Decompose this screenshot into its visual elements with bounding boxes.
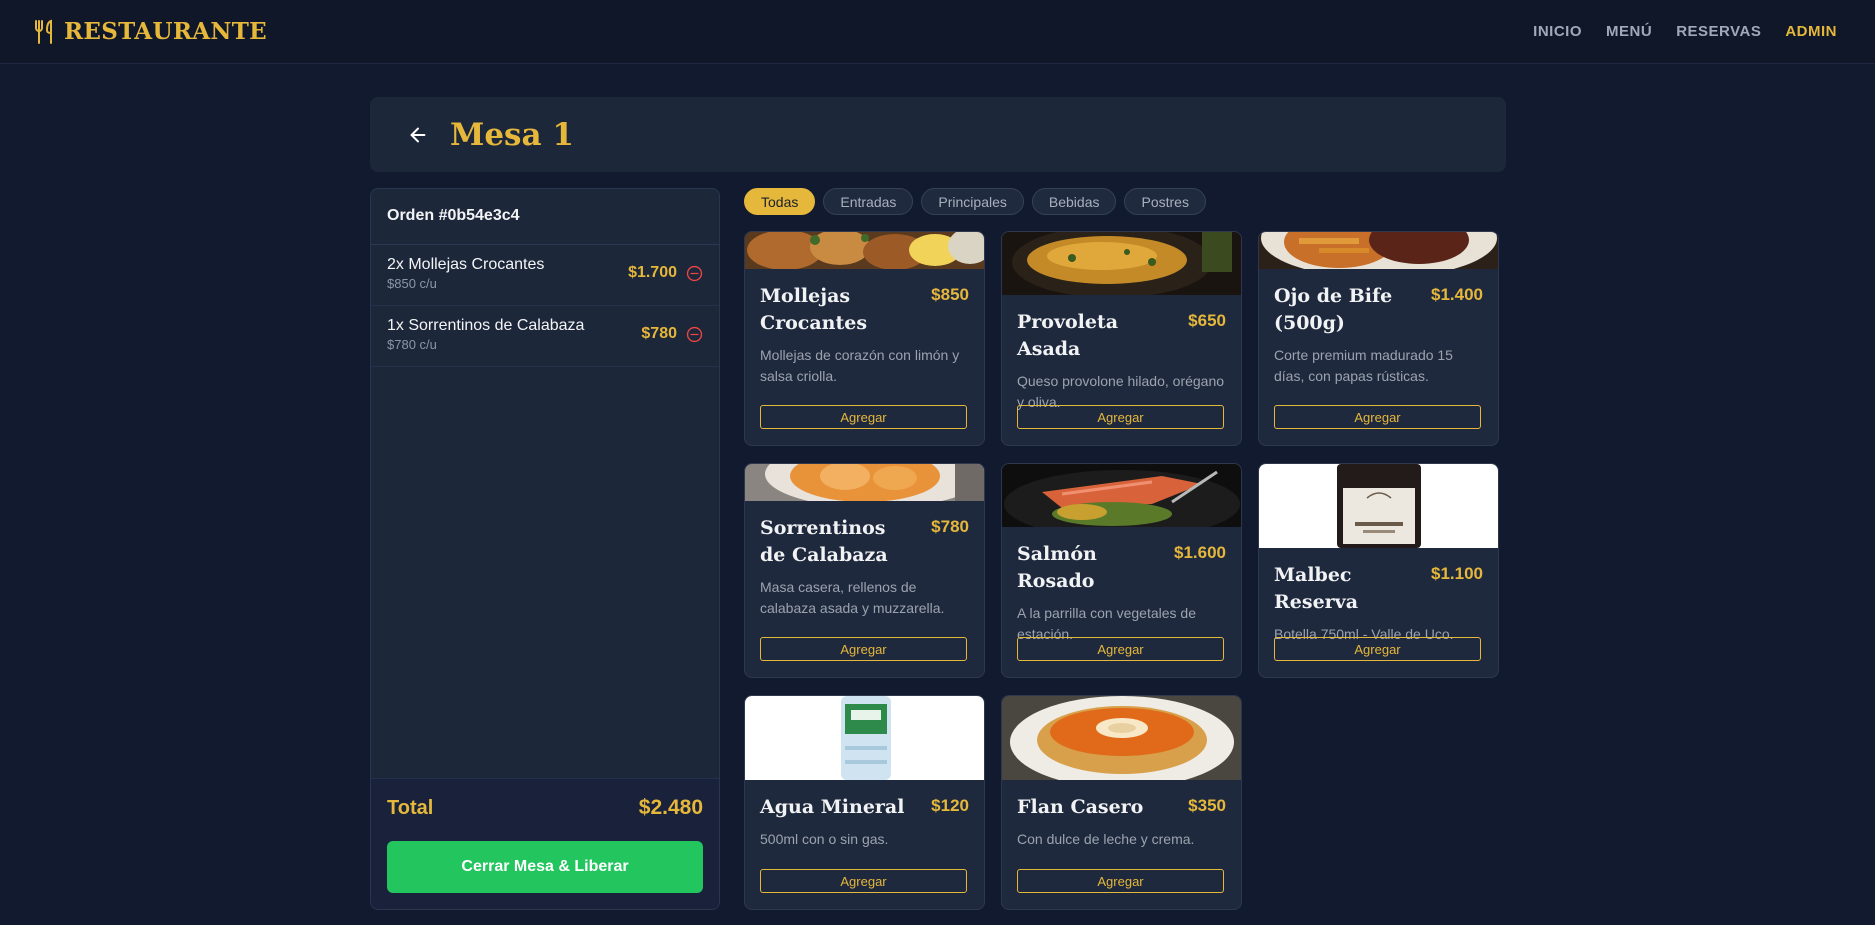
product-name: Flan Casero [1017, 796, 1144, 818]
product-description: Masa casera, rellenos de calabaza asada … [760, 579, 945, 616]
brand-name: RESTAURANTE [64, 18, 267, 45]
tab-principales[interactable]: Principales [921, 188, 1024, 215]
product-price: $650 [1188, 311, 1226, 330]
add-to-order-button[interactable]: Agregar [1017, 869, 1224, 893]
add-to-order-button[interactable]: Agregar [760, 869, 967, 893]
add-to-order-button[interactable]: Agregar [760, 405, 967, 429]
product-image [1259, 232, 1498, 269]
add-to-order-button[interactable]: Agregar [1274, 405, 1481, 429]
add-to-order-button[interactable]: Agregar [1017, 405, 1224, 429]
tab-entradas[interactable]: Entradas [823, 188, 914, 215]
order-item: 1x Sorrentinos de Calabaza $780 c/u $780 [371, 306, 719, 367]
product-grid: Mollejas Crocantes $850 Mollejas de cora… [744, 231, 1499, 910]
total-value: $2.480 [638, 796, 703, 819]
order-item-total: $780 [641, 325, 677, 342]
brand-logo[interactable]: RESTAURANTE [32, 18, 267, 45]
product-image [745, 464, 984, 501]
order-item-total: $1.700 [628, 264, 677, 281]
product-name: Provoleta Asada [1017, 311, 1119, 360]
top-navbar: RESTAURANTE INICIO MENÚ RESERVAS ADMIN [0, 0, 1875, 64]
product-name: Salmón Rosado [1017, 543, 1097, 592]
product-image [1002, 464, 1241, 527]
tab-postres[interactable]: Postres [1124, 188, 1206, 215]
product-price: $350 [1188, 796, 1226, 815]
page-title: Mesa 1 [450, 116, 574, 153]
close-table-button[interactable]: Cerrar Mesa & Liberar [387, 841, 703, 893]
product-price: $1.400 [1431, 285, 1483, 304]
order-item-name: 1x Sorrentinos de Calabaza [387, 317, 585, 334]
order-panel: Orden #0b54e3c4 2x Mollejas Crocantes $8… [370, 188, 720, 910]
product-name: Malbec Reserva [1274, 564, 1359, 613]
product-price: $1.600 [1174, 543, 1226, 562]
remove-item-icon[interactable] [686, 265, 703, 282]
order-item: 2x Mollejas Crocantes $850 c/u $1.700 [371, 245, 719, 306]
nav-link-admin[interactable]: ADMIN [1785, 23, 1837, 40]
remove-item-icon[interactable] [686, 326, 703, 343]
product-card: Mollejas Crocantes $850 Mollejas de cora… [744, 231, 985, 446]
add-to-order-button[interactable]: Agregar [1274, 637, 1481, 661]
tab-todas[interactable]: Todas [744, 188, 816, 215]
arrow-left-icon [410, 127, 426, 142]
order-item-unit-price: $780 c/u [387, 337, 437, 352]
product-card: Sorrentinos de Calabaza $780 Masa casera… [744, 463, 985, 678]
product-image [745, 232, 984, 269]
product-price: $850 [931, 285, 969, 304]
product-card: Flan Casero $350 Con dulce de leche y cr… [1001, 695, 1242, 910]
product-card: Agua Mineral $120 500ml con o sin gas. A… [744, 695, 985, 910]
product-description: Corte premium madurado 15 días, con papa… [1274, 347, 1453, 384]
back-button[interactable] [404, 121, 432, 149]
product-description: Con dulce de leche y crema. [1017, 831, 1195, 847]
order-item-unit-price: $850 c/u [387, 276, 437, 291]
nav-link-menu[interactable]: MENÚ [1606, 23, 1652, 40]
product-card: Salmón Rosado $1.600 A la parrilla con v… [1001, 463, 1242, 678]
product-card: Provoleta Asada $650 Queso provolone hil… [1001, 231, 1242, 446]
product-image [745, 696, 984, 780]
product-image [1259, 464, 1498, 548]
product-card: Malbec Reserva $1.100 Botella 750ml - Va… [1258, 463, 1499, 678]
product-card: Ojo de Bife (500g) $1.400 Corte premium … [1258, 231, 1499, 446]
add-to-order-button[interactable]: Agregar [1017, 637, 1224, 661]
product-description: 500ml con o sin gas. [760, 831, 889, 847]
product-description: Mollejas de corazón con limón y salsa cr… [760, 347, 960, 384]
order-footer: Total $2.480 Cerrar Mesa & Liberar [371, 778, 719, 909]
product-name: Ojo de Bife (500g) [1274, 285, 1393, 334]
nav-links: INICIO MENÚ RESERVAS ADMIN [1533, 23, 1837, 40]
product-name: Agua Mineral [760, 796, 905, 818]
utensils-icon [35, 19, 52, 44]
tab-bebidas[interactable]: Bebidas [1031, 188, 1117, 215]
page-header: Mesa 1 [370, 97, 1506, 172]
product-price: $1.100 [1431, 564, 1483, 583]
order-header: Orden #0b54e3c4 [371, 189, 719, 245]
product-name: Mollejas Crocantes [760, 285, 868, 334]
nav-link-reservas[interactable]: RESERVAS [1676, 23, 1761, 40]
add-to-order-button[interactable]: Agregar [760, 637, 967, 661]
order-item-name: 2x Mollejas Crocantes [387, 256, 545, 273]
category-tabs: Todas Entradas Principales Bebidas Postr… [744, 188, 1206, 215]
product-image [1002, 232, 1241, 295]
product-name: Sorrentinos de Calabaza [760, 517, 888, 566]
product-image [1002, 696, 1241, 780]
product-price: $120 [931, 796, 969, 815]
nav-link-inicio[interactable]: INICIO [1533, 23, 1582, 40]
product-price: $780 [931, 517, 969, 536]
total-label: Total [387, 796, 434, 819]
